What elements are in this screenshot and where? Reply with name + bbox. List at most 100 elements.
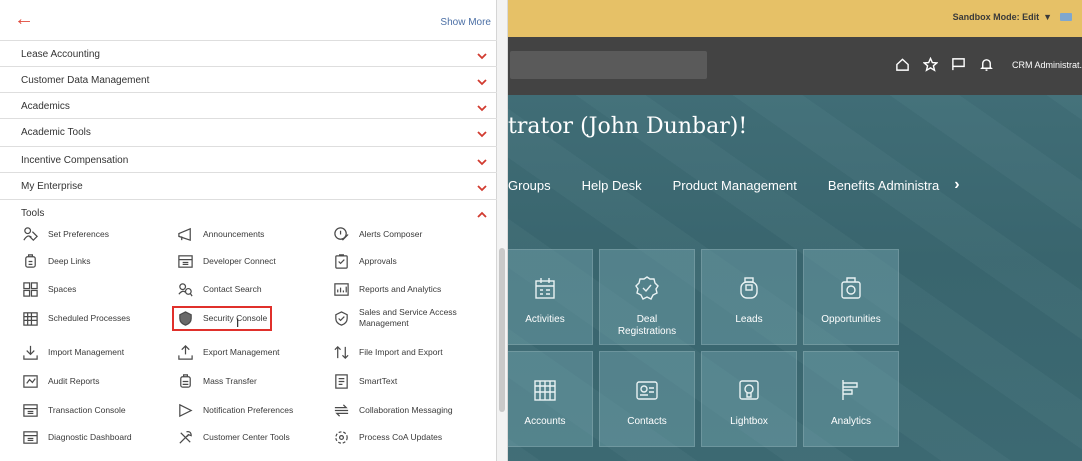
group-label: Incentive Compensation [21,155,129,166]
collaboration-icon [332,401,350,419]
tool-notification-preferences[interactable]: Notification Preferences [176,398,293,422]
back-arrow-icon[interactable]: ← [14,9,34,29]
global-search-input[interactable] [510,51,707,79]
tile-activities[interactable]: Activities [497,249,593,345]
security-console-highlight [172,306,272,331]
tool-deep-links[interactable]: Deep Links [21,249,91,273]
group-label: My Enterprise [21,181,83,192]
tile-contacts[interactable]: Contacts [599,351,695,447]
tool-diagnostic-dashboard[interactable]: Diagnostic Dashboard [21,425,132,449]
chevron-up-icon [477,207,487,218]
opportunity-icon [837,274,865,302]
chevron-down-icon [477,100,487,112]
calendar-grid-icon [21,309,39,327]
chevron-down-icon [477,154,487,166]
access-shield-icon [332,309,350,327]
tool-export-management[interactable]: Export Management [176,340,280,364]
dashboard-icon [21,428,39,446]
tile-label: Leads [735,314,763,325]
tile-accounts[interactable]: Accounts [497,351,593,447]
tool-transaction-console[interactable]: Transaction Console [21,398,126,422]
building-icon [531,376,559,404]
lightbox-icon [735,376,763,404]
group-label: Academics [21,101,70,112]
analytics-icon [837,376,865,404]
menu-scrollbar-thumb[interactable] [499,248,505,412]
tile-lightbox[interactable]: Lightbox [701,351,797,447]
group-label: Academic Tools [21,127,91,138]
tile-leads[interactable]: Leads [701,249,797,345]
developer-connect-icon [176,252,194,270]
favorites-star-icon[interactable] [922,56,939,77]
show-more-link[interactable]: Show More [440,17,491,28]
tool-sales-and-service-access-management[interactable]: Sales and Service Access Management [332,306,479,330]
chevron-right-icon[interactable]: › [954,176,959,194]
tool-smarttext[interactable]: SmartText [332,369,397,393]
spaces-icon [21,280,39,298]
notifications-bell-icon[interactable] [979,57,994,77]
tool-reports-and-analytics[interactable]: Reports and Analytics [332,277,441,301]
tool-set-preferences[interactable]: Set Preferences [21,222,109,246]
group-label: Customer Data Management [21,75,150,86]
tool-developer-connect[interactable]: Developer Connect [176,249,276,273]
alerts-composer-icon [332,225,350,243]
preferences-icon [21,225,39,243]
user-menu[interactable]: CRM Administrat... [1012,60,1082,70]
tool-import-management[interactable]: Import Management [21,340,124,364]
calendar-icon [531,274,559,302]
contact-search-icon [176,280,194,298]
tab-groups[interactable]: Groups [508,178,551,193]
tile-label: Lightbox [730,416,768,427]
tile-label: Deal Registrations [617,314,677,337]
import-icon [21,343,39,361]
tools-wrench-icon [176,428,194,446]
contact-card-icon [633,376,661,404]
tab-help-desk[interactable]: Help Desk [582,178,642,193]
audit-reports-icon [21,372,39,390]
chevron-down-icon [477,74,487,86]
tile-opportunities[interactable]: Opportunities [803,249,899,345]
megaphone-icon [176,225,194,243]
tool-mass-transfer[interactable]: Mass Transfer [176,369,257,393]
group-incentive-compensation[interactable]: Incentive Compensation [0,146,497,172]
group-label: Lease Accounting [21,49,100,60]
tile-deal-registrations[interactable]: Deal Registrations [599,249,695,345]
sandbox-mode-menu[interactable]: Sandbox Mode: Edit ▼ [953,12,1072,22]
deep-links-icon [21,252,39,270]
tool-scheduled-processes[interactable]: Scheduled Processes [21,306,130,330]
sandbox-flag-icon [1060,13,1072,21]
export-icon [176,343,194,361]
tool-customer-center-tools[interactable]: Customer Center Tools [176,425,290,449]
group-customer-data-management[interactable]: Customer Data Management [0,66,497,92]
watchlist-flag-icon[interactable] [951,57,966,77]
header-icons [895,56,994,77]
home-icon[interactable] [895,57,910,77]
text-cursor-icon: I [236,316,240,330]
group-my-enterprise[interactable]: My Enterprise [0,172,497,198]
group-label: Tools [21,208,45,219]
tool-process-coa-updates[interactable]: Process CoA Updates [332,425,442,449]
group-academic-tools[interactable]: Academic Tools [0,118,497,144]
chevron-down-icon [477,126,487,138]
tool-announcements[interactable]: Announcements [176,222,264,246]
tool-spaces[interactable]: Spaces [21,277,76,301]
navigator-menu: ← Show More Lease Accounting Customer Da… [0,0,497,461]
approvals-icon [332,252,350,270]
group-lease-accounting[interactable]: Lease Accounting [0,40,497,66]
tool-audit-reports[interactable]: Audit Reports [21,369,100,393]
tile-analytics[interactable]: Analytics [803,351,899,447]
group-academics[interactable]: Academics [0,92,497,118]
tab-product-management[interactable]: Product Management [673,178,797,193]
sandbox-mode-label: Sandbox Mode: Edit [952,12,1040,22]
chevron-down-icon: ▼ [1043,12,1052,22]
tool-alerts-composer[interactable]: Alerts Composer [332,222,422,246]
tab-benefits-administration[interactable]: Benefits Administra [828,178,939,193]
tool-file-import-and-export[interactable]: File Import and Export [332,340,443,364]
tool-collaboration-messaging[interactable]: Collaboration Messaging [332,398,453,422]
tile-label: Accounts [524,416,566,427]
tool-approvals[interactable]: Approvals [332,249,397,273]
tile-label: Contacts [627,416,667,427]
tile-label: Analytics [830,416,871,427]
tool-contact-search[interactable]: Contact Search [176,277,262,301]
tile-label: Activities [525,314,565,325]
